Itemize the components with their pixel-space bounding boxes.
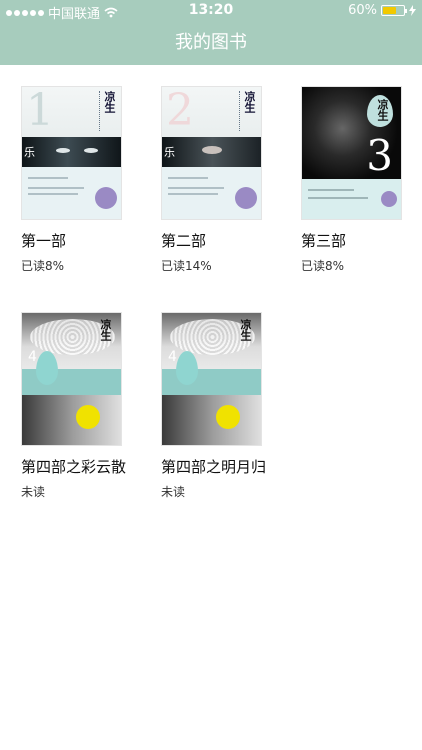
battery-percent: 60% xyxy=(348,3,377,18)
battery-icon xyxy=(381,5,407,16)
status-right: 60% xyxy=(348,3,416,18)
book-item[interactable]: 凉生 4 第四部之明月归 未读 xyxy=(161,312,281,499)
cover-label: 乐 xyxy=(24,146,35,159)
cover-logo: 凉生 xyxy=(376,99,389,121)
bolt-icon xyxy=(409,5,416,16)
cover-logo: 凉生 xyxy=(103,91,116,113)
book-cover[interactable]: 凉生 4 xyxy=(161,312,262,446)
book-title[interactable]: 第三部 xyxy=(301,230,346,251)
book-progress: 未读 xyxy=(21,485,46,499)
book-progress: 未读 xyxy=(161,485,186,499)
book-item[interactable]: 1 凉生 乐 第一部 已读8% xyxy=(21,86,141,273)
cover-logo: 凉生 xyxy=(243,91,256,113)
cover-logo: 凉生 xyxy=(239,319,252,341)
book-cover[interactable]: 2 凉生 乐 xyxy=(161,86,262,220)
cover-logo: 凉生 xyxy=(99,319,112,341)
book-item[interactable]: 凉生 4 第四部之彩云散 未读 xyxy=(21,312,141,499)
book-progress: 已读8% xyxy=(301,259,345,273)
book-progress: 已读14% xyxy=(161,259,212,273)
cover-volume-number: 2 xyxy=(166,86,194,136)
book-item[interactable]: 凉生 3 第三部 已读8% xyxy=(301,86,421,273)
book-title[interactable]: 第四部之明月归 xyxy=(161,456,266,477)
cover-volume-number: 4 xyxy=(168,349,177,365)
cover-volume-number: 4 xyxy=(28,349,37,365)
cover-volume-number: 3 xyxy=(366,131,393,180)
cover-label: 乐 xyxy=(164,146,175,159)
book-cover[interactable]: 凉生 4 xyxy=(21,312,122,446)
book-cover[interactable]: 1 凉生 乐 xyxy=(21,86,122,220)
book-title[interactable]: 第二部 xyxy=(161,230,206,251)
navbar: 我的图书 xyxy=(0,21,422,65)
book-item[interactable]: 2 凉生 乐 第二部 已读14% xyxy=(161,86,281,273)
book-progress: 已读8% xyxy=(21,259,65,273)
book-title[interactable]: 第一部 xyxy=(21,230,66,251)
status-bar: 中国联通 13:20 60% xyxy=(0,0,422,22)
page-title: 我的图书 xyxy=(175,32,247,53)
cover-volume-number: 1 xyxy=(26,86,54,136)
book-cover[interactable]: 凉生 3 xyxy=(301,86,402,220)
book-title[interactable]: 第四部之彩云散 xyxy=(21,456,126,477)
